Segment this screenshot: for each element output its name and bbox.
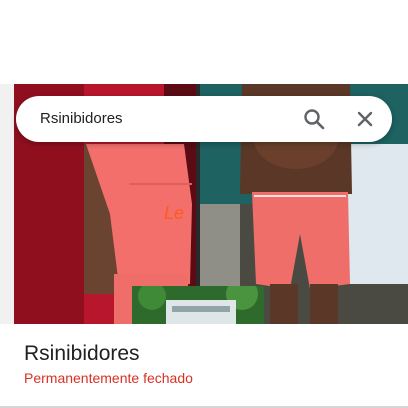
product-photo-thumbnail[interactable] <box>132 286 264 324</box>
gallery-left-edge <box>0 84 14 324</box>
place-title: Rsinibidores <box>24 342 140 365</box>
place-status-text: Permanentemente fechado <box>24 370 193 386</box>
search-icon[interactable] <box>300 105 328 133</box>
top-blank-area <box>0 0 408 84</box>
search-query-text[interactable]: Rsinibidores <box>40 96 123 142</box>
search-bar[interactable]: Rsinibidores <box>16 96 392 142</box>
svg-text:Le: Le <box>164 203 184 223</box>
close-icon[interactable] <box>351 105 379 133</box>
place-info-panel: Rsinibidores Permanentemente fechado <box>0 324 408 408</box>
